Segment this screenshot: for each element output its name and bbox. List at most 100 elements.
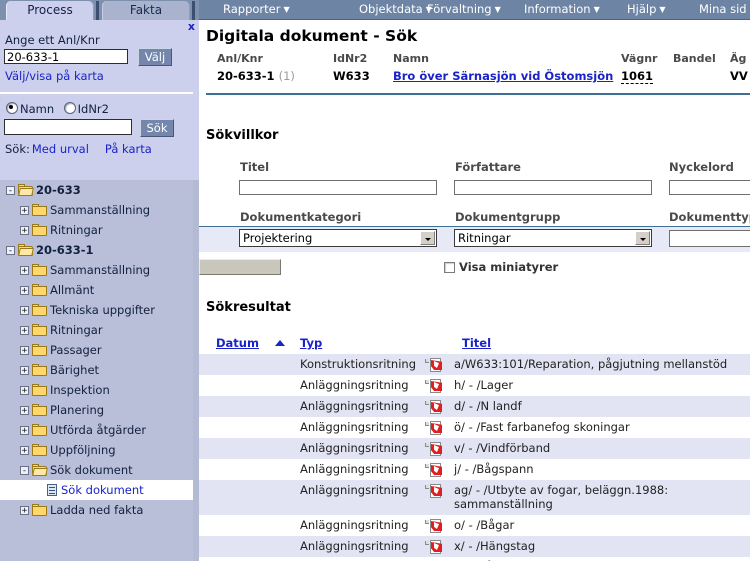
collapse-toggle-icon[interactable]: -: [6, 186, 15, 196]
tree-item[interactable]: + Uppföljning: [0, 440, 193, 460]
collapse-toggle-icon[interactable]: -: [20, 466, 29, 476]
expand-toggle-icon[interactable]: +: [20, 426, 29, 436]
titel-input[interactable]: [239, 180, 437, 195]
expand-toggle-icon[interactable]: +: [20, 326, 29, 336]
chevron-down-icon[interactable]: ▼: [495, 5, 501, 14]
tab-fakta[interactable]: Fakta: [102, 1, 190, 20]
radio-namn[interactable]: Namn: [6, 102, 54, 116]
tab-divider-left: [96, 1, 99, 20]
expand-toggle-icon[interactable]: +: [20, 346, 29, 356]
pdf-icon[interactable]: [425, 484, 443, 498]
tree-item[interactable]: + Sammanställning: [0, 260, 193, 280]
visa-miniatyrer-row[interactable]: Visa miniatyrer: [444, 260, 558, 274]
expand-toggle-icon[interactable]: +: [20, 506, 29, 516]
column-header-titel[interactable]: Titel: [462, 336, 491, 350]
visa-miniatyrer-checkbox[interactable]: [444, 262, 455, 273]
tree-item[interactable]: - Sök dokument: [0, 460, 193, 480]
forfattare-input[interactable]: [454, 180, 652, 195]
expand-toggle-icon[interactable]: +: [20, 226, 29, 236]
table-row[interactable]: Anläggningsritning ag/ - /Utbyte av fogar…: [199, 480, 750, 515]
tree-item[interactable]: + Inspektion: [0, 380, 193, 400]
valj-visa-pa-karta-link[interactable]: Välj/visa på karta: [5, 69, 104, 83]
tree-item-selected[interactable]: Sök dokument: [0, 480, 193, 500]
table-row[interactable]: Anläggningsritningr/ - /Bågar: [199, 557, 750, 561]
pdf-icon[interactable]: [425, 463, 443, 477]
expand-toggle-icon[interactable]: +: [20, 406, 29, 416]
menu-item-hj-lp[interactable]: Hjälp ▼: [627, 0, 666, 19]
expand-toggle-icon[interactable]: +: [20, 366, 29, 376]
pdf-icon[interactable]: [425, 540, 443, 554]
folder-icon: [32, 344, 47, 356]
dokumenttyp-input[interactable]: [669, 230, 750, 247]
pdf-icon[interactable]: [425, 379, 443, 393]
column-header-typ[interactable]: Typ: [300, 336, 322, 350]
tree-item[interactable]: + Ritningar: [0, 220, 193, 240]
cell-typ: Anläggningsritning: [300, 378, 409, 392]
tree-item[interactable]: + Ladda ned fakta: [0, 500, 193, 520]
table-row[interactable]: Anläggningsritning j/ - /Bågspann: [199, 459, 750, 480]
pdf-icon[interactable]: [425, 400, 443, 414]
chevron-down-icon[interactable]: [420, 231, 435, 245]
tree-item[interactable]: + Planering: [0, 400, 193, 420]
sort-ascending-icon[interactable]: [275, 340, 285, 346]
tab-process[interactable]: Process: [6, 1, 94, 20]
tree-item[interactable]: + Sammanställning: [0, 200, 193, 220]
table-row[interactable]: Konstruktionsritning a/W633:101/Reparatio…: [199, 354, 750, 375]
expand-toggle-icon[interactable]: +: [20, 306, 29, 316]
tree-item[interactable]: + Tekniska uppgifter: [0, 300, 193, 320]
radio-idnr2[interactable]: IdNr2: [63, 102, 109, 116]
valj-button[interactable]: Välj: [138, 48, 172, 66]
obj-value-vagnr[interactable]: 1061: [621, 69, 654, 84]
chevron-down-icon[interactable]: ▼: [283, 5, 289, 14]
table-row[interactable]: Anläggningsritning o/ - /Bågar: [199, 515, 750, 536]
chevron-down-icon[interactable]: ▼: [659, 5, 665, 14]
obj-header-namn: Namn: [393, 52, 429, 65]
tree-item[interactable]: + Allmänt: [0, 280, 193, 300]
table-row[interactable]: Anläggningsritning x/ - /Hängstag: [199, 536, 750, 557]
table-row[interactable]: Anläggningsritning ö/ - /Fast farbanefog …: [199, 417, 750, 438]
tree-item[interactable]: + Utförda åtgärder: [0, 420, 193, 440]
pdf-icon[interactable]: [425, 519, 443, 533]
expand-toggle-icon[interactable]: +: [20, 286, 29, 296]
obj-header-idnr2: IdNr2: [333, 52, 368, 65]
tree-item-label: Ritningar: [50, 323, 103, 337]
pdf-icon[interactable]: [425, 358, 443, 372]
sok-action-button[interactable]: [199, 259, 281, 275]
menu-item-mina-sid[interactable]: Mina sid: [699, 0, 747, 19]
sok-button[interactable]: Sök: [140, 119, 174, 137]
dokumentgrupp-select[interactable]: Ritningar: [454, 229, 652, 247]
pa-karta-link[interactable]: På karta: [105, 142, 152, 156]
column-header-datum[interactable]: Datum: [216, 336, 259, 350]
table-row[interactable]: Anläggningsritning h/ - /Lager: [199, 375, 750, 396]
expand-toggle-icon[interactable]: +: [20, 206, 29, 216]
menu-item-objektdata[interactable]: Objektdata ▼: [359, 0, 432, 19]
chevron-down-icon[interactable]: ▼: [594, 5, 600, 14]
cell-titel: d/ - /N landf: [454, 399, 522, 413]
table-row[interactable]: Anläggningsritning d/ - /N landf: [199, 396, 750, 417]
med-urval-link[interactable]: Med urval: [32, 142, 89, 156]
expand-toggle-icon[interactable]: +: [20, 386, 29, 396]
expand-toggle-icon[interactable]: +: [20, 446, 29, 456]
menu-item-f-rvaltning[interactable]: Förvaltning ▼: [427, 0, 501, 19]
tree-item-label: Sammanställning: [50, 203, 151, 217]
collapse-toggle-icon[interactable]: -: [6, 246, 15, 256]
menu-item-rapporter[interactable]: Rapporter ▼: [223, 0, 290, 19]
pdf-icon[interactable]: [425, 421, 443, 435]
tree-item[interactable]: + Bärighet: [0, 360, 193, 380]
table-row[interactable]: Anläggningsritning v/ - /Vindförband: [199, 438, 750, 459]
expand-toggle-icon[interactable]: +: [20, 266, 29, 276]
pdf-icon[interactable]: [425, 442, 443, 456]
search-input[interactable]: [4, 119, 132, 135]
chevron-down-icon[interactable]: [635, 231, 650, 245]
dokumentkategori-select[interactable]: Projektering: [239, 229, 437, 247]
nyckelord-input[interactable]: [669, 180, 750, 195]
close-icon[interactable]: x: [188, 21, 195, 32]
tree-item[interactable]: + Ritningar: [0, 320, 193, 340]
anlknr-input[interactable]: [4, 49, 128, 64]
tree-item[interactable]: - 20-633-1: [0, 240, 193, 260]
results-header-row: Datum Typ Titel: [199, 336, 750, 352]
menu-item-information[interactable]: Information ▼: [524, 0, 600, 19]
object-name-link[interactable]: Bro över Särnasjön vid Östomsjön: [393, 69, 613, 83]
tree-item[interactable]: - 20-633: [0, 180, 193, 200]
tree-item[interactable]: + Passager: [0, 340, 193, 360]
